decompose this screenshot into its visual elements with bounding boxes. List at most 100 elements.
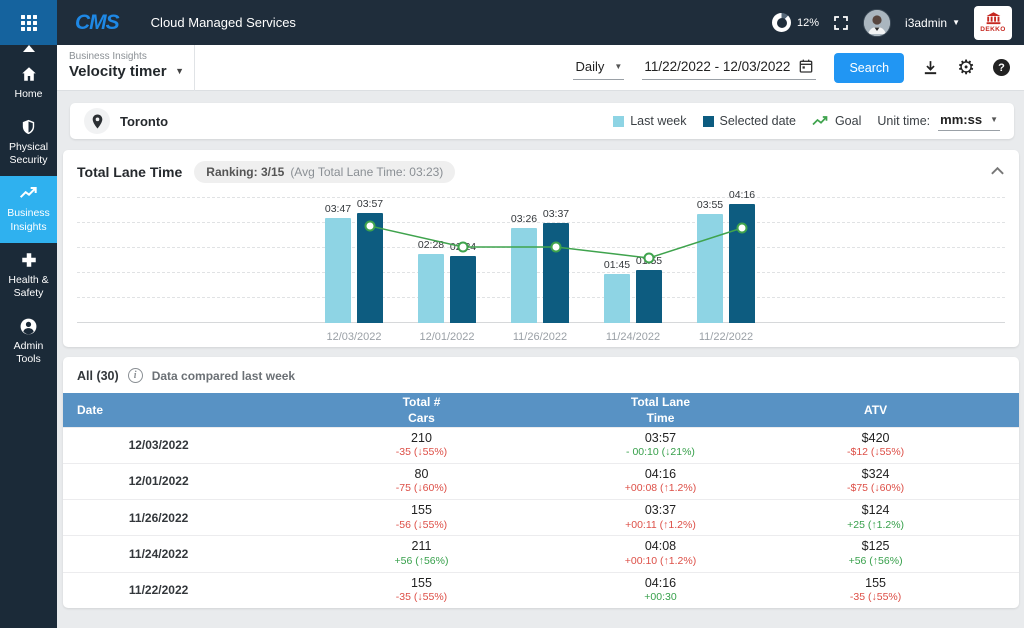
fullscreen-icon[interactable] <box>833 15 849 31</box>
table-note: Data compared last week <box>152 369 295 383</box>
cell-value: 155 <box>254 576 589 592</box>
chevron-down-icon: ▼ <box>990 115 998 124</box>
calendar-icon <box>798 58 814 74</box>
sidebar-item-label: Admin Tools <box>14 340 44 365</box>
data-table: DateTotal #CarsTotal LaneTimeATV 12/03/2… <box>63 393 1019 608</box>
download-icon[interactable] <box>922 59 939 76</box>
app-window: CMS Cloud Managed Services 12% i3admin ▼… <box>0 0 1024 632</box>
settings-gear-icon[interactable]: ⚙ <box>957 58 975 78</box>
table-panel: All (30) i Data compared last week DateT… <box>63 357 1019 608</box>
date-range-value: 11/22/2022 - 12/03/2022 <box>644 59 790 74</box>
ranking-average: (Avg Total Lane Time: 03:23) <box>290 165 443 179</box>
insights-icon <box>2 184 55 204</box>
org-name-label: DEKKO <box>980 26 1005 33</box>
search-button[interactable]: Search <box>834 53 904 83</box>
lane-cell: 04:16+00:30 <box>589 572 732 608</box>
atv-cell: $324-$75 (↓60%) <box>732 463 1019 499</box>
table-row-11-24-2022[interactable]: 11/24/2022211+56 (↑56%)04:08+00:10 (↑1.2… <box>63 536 1019 572</box>
table-row-11-22-2022[interactable]: 11/22/2022155-35 (↓55%)04:16+00:30155-35… <box>63 572 1019 608</box>
page-selector[interactable]: Business Insights Velocity timer ▼ <box>57 45 195 91</box>
chart-title: Total Lane Time <box>77 164 182 180</box>
cell-delta: - 00:10 (↓21%) <box>589 446 732 460</box>
user-menu[interactable]: i3admin ▼ <box>905 16 960 30</box>
cell-delta: -35 (↓55%) <box>254 591 589 605</box>
chevron-down-icon: ▼ <box>175 66 184 76</box>
sidebar-item-label: Health & Safety <box>8 274 48 299</box>
sidebar-item-admin-tools[interactable]: Admin Tools <box>0 309 57 375</box>
info-icon: i <box>128 368 143 383</box>
collapse-chevron-icon[interactable] <box>990 163 1005 181</box>
bank-icon <box>986 12 1001 25</box>
cell-value: $125 <box>732 539 1019 555</box>
date-cell: 12/01/2022 <box>63 463 254 499</box>
cell-value: 03:37 <box>589 503 732 519</box>
cell-delta: -56 (↓55%) <box>254 519 589 533</box>
legend-swatch-icon <box>703 116 714 127</box>
date-cell: 11/24/2022 <box>63 536 254 572</box>
lane-cell: 04:16+00:08 (↑1.2%) <box>589 463 732 499</box>
sidebar-item-home[interactable]: Home <box>0 57 57 110</box>
user-avatar[interactable] <box>863 9 891 37</box>
unit-time-label: Unit time: <box>877 114 930 128</box>
cars-cell: 210-35 (↓55%) <box>254 427 589 463</box>
period-value: Daily <box>575 59 604 74</box>
column-header-total-lane-time: Total LaneTime <box>589 393 732 427</box>
chart-plot: 03:4703:5712/03/202202:2802:2412/01/2022… <box>77 188 1005 343</box>
cell-delta: -$75 (↓60%) <box>732 482 1019 496</box>
page-title: Velocity timer <box>69 63 186 80</box>
date-cell: 11/22/2022 <box>63 572 254 608</box>
table-filter-label[interactable]: All (30) <box>77 369 119 383</box>
sidebar-item-physical-security[interactable]: Physical Security <box>0 110 57 176</box>
subheader: Business Insights Velocity timer ▼ Daily… <box>57 45 1024 91</box>
chart-legend: Last week Selected date Goal Unit time: mm… <box>613 111 1000 131</box>
cell-delta: -35 (↓55%) <box>732 591 1019 605</box>
legend-item-last-week[interactable]: Last week <box>613 114 686 128</box>
date-range-picker[interactable]: 11/22/2022 - 12/03/2022 <box>642 55 816 80</box>
x-axis-label: 12/01/2022 <box>406 331 488 343</box>
apps-grid-icon <box>21 15 37 31</box>
atv-cell: $420-$12 (↓55%) <box>732 427 1019 463</box>
cars-cell: 155-35 (↓55%) <box>254 572 589 608</box>
cell-delta: +56 (↑56%) <box>732 555 1019 569</box>
sidebar-item-business-insights[interactable]: Business Insights <box>0 176 57 242</box>
cell-delta: -35 (↓55%) <box>254 446 589 460</box>
usage-indicator: 12% <box>772 13 819 32</box>
chevron-down-icon: ▼ <box>952 18 960 27</box>
cell-value: 210 <box>254 431 589 447</box>
sidebar-item-label: Home <box>14 88 42 100</box>
cell-delta: +00:30 <box>589 591 732 605</box>
cell-value: 80 <box>254 467 589 483</box>
table-row-12-03-2022[interactable]: 12/03/2022210-35 (↓55%)03:57- 00:10 (↓21… <box>63 427 1019 463</box>
home-icon <box>2 65 55 85</box>
table-row-12-01-2022[interactable]: 12/01/202280-75 (↓60%)04:16+00:08 (↑1.2%… <box>63 463 1019 499</box>
cell-value: 155 <box>254 503 589 519</box>
apps-menu-button[interactable] <box>0 0 57 45</box>
atv-cell: 155-35 (↓55%) <box>732 572 1019 608</box>
chart-panel: Total Lane Time Ranking: 3/15 (Avg Total… <box>63 150 1019 347</box>
x-axis-label: 12/03/2022 <box>313 331 395 343</box>
legend-item-goal[interactable]: Goal <box>812 114 861 128</box>
table-row-11-26-2022[interactable]: 11/26/2022155-56 (↓55%)03:37+00:11 (↑1.2… <box>63 500 1019 536</box>
date-cell: 12/03/2022 <box>63 427 254 463</box>
goal-line-icon <box>812 116 829 127</box>
cell-value: 04:08 <box>589 539 732 555</box>
admin-icon <box>2 317 55 337</box>
sidebar-item-health-safety[interactable]: Health & Safety <box>0 243 57 309</box>
cell-delta: +00:10 (↑1.2%) <box>589 555 732 569</box>
org-logo[interactable]: DEKKO <box>974 6 1012 40</box>
help-icon[interactable]: ? <box>993 59 1010 76</box>
cell-delta: +00:11 (↑1.2%) <box>589 519 732 533</box>
unit-time-select[interactable]: mm:ss ▼ <box>938 111 1000 131</box>
cars-cell: 155-56 (↓55%) <box>254 500 589 536</box>
usage-percent: 12% <box>797 17 819 29</box>
cell-value: $124 <box>732 503 1019 519</box>
location-pin-icon <box>84 108 110 134</box>
period-select[interactable]: Daily ▼ <box>573 56 624 80</box>
cell-value: 04:16 <box>589 576 732 592</box>
legend-label: Last week <box>630 114 686 128</box>
sidebar-item-label: Business Insights <box>7 207 50 232</box>
legend-item-selected-date[interactable]: Selected date <box>703 114 796 128</box>
top-header: CMS Cloud Managed Services 12% i3admin ▼… <box>0 0 1024 45</box>
cell-delta: -75 (↓60%) <box>254 482 589 496</box>
ranking-value: Ranking: 3/15 <box>206 165 284 179</box>
